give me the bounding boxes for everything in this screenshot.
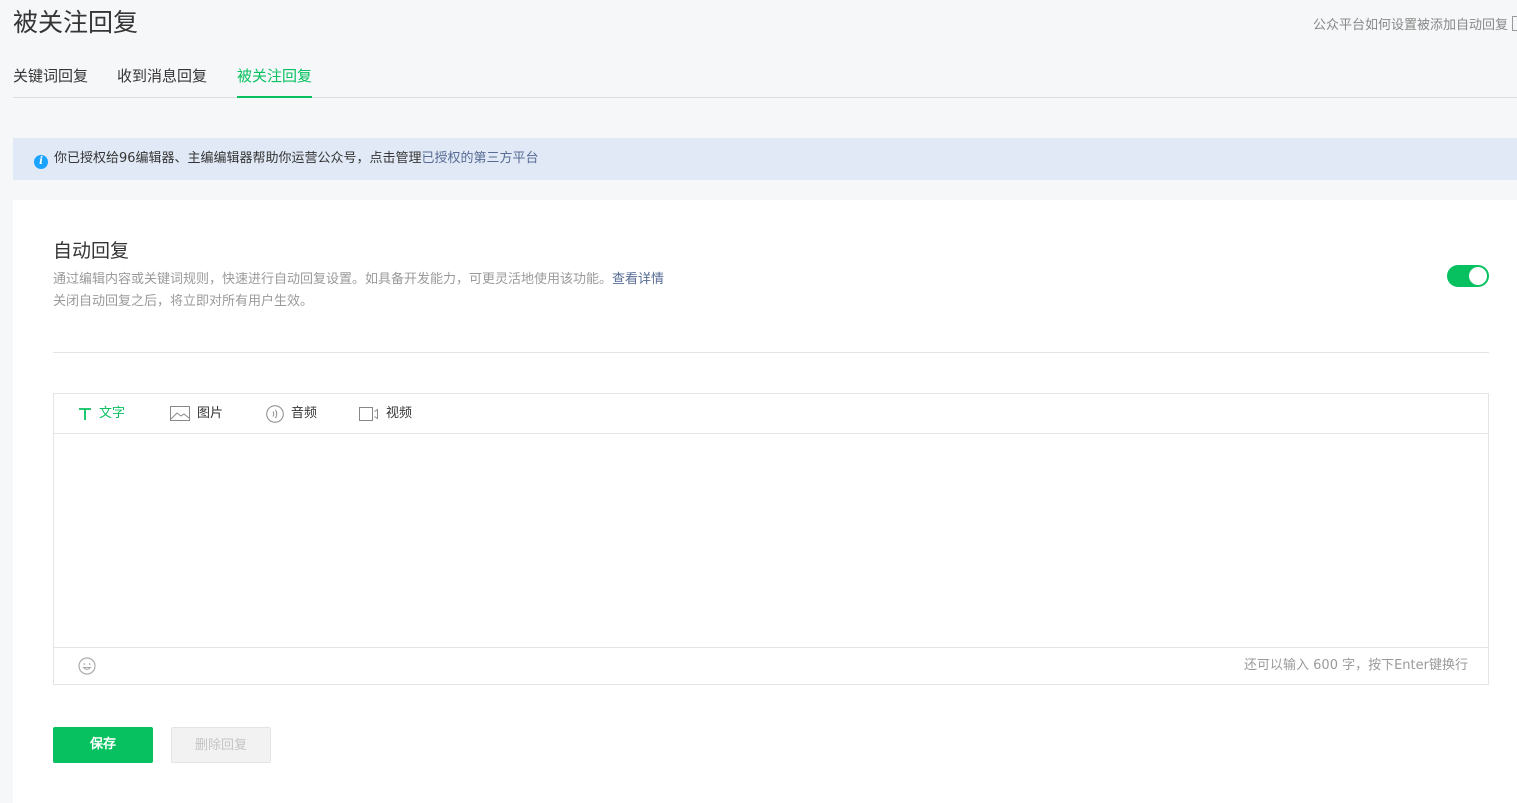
toggle-knob — [1469, 267, 1487, 285]
delete-reply-button[interactable]: 删除回复 — [171, 727, 271, 763]
reply-editor: 文字 图片 音频 视频 还可以输入 600 字，按下Enter键换行 — [53, 393, 1489, 685]
tab-follow-reply[interactable]: 被关注回复 — [237, 62, 313, 98]
section-description: 通过编辑内容或关键词规则，快速进行自动回复设置。如具备开发能力，可更灵活地使用该… — [53, 269, 664, 313]
section-title: 自动回复 — [53, 240, 130, 262]
info-icon: i — [34, 155, 48, 169]
editor-tabs: 文字 图片 音频 视频 — [54, 394, 1488, 434]
desc-line-1: 通过编辑内容或关键词规则，快速进行自动回复设置。如具备开发能力，可更灵活地使用该… — [53, 272, 613, 287]
image-icon — [170, 406, 190, 421]
auto-reply-toggle[interactable] — [1447, 265, 1489, 287]
help-link[interactable]: 公众平台如何设置被添加自动回复 — [1313, 14, 1517, 33]
video-icon — [359, 406, 378, 421]
editor-tab-audio-label: 音频 — [291, 406, 318, 421]
editor-tab-video[interactable]: 视频 — [359, 394, 412, 433]
notice-text: 你已授权给96编辑器、主编编辑器帮助你运营公众号，点击管理 — [54, 151, 422, 166]
editor-tab-video-label: 视频 — [386, 406, 413, 421]
editor-tab-audio[interactable]: 音频 — [266, 394, 317, 433]
reply-text-input[interactable] — [54, 434, 1488, 649]
divider — [53, 352, 1489, 353]
desc-line-2: 关闭自动回复之后，将立即对所有用户生效。 — [53, 294, 314, 309]
tab-message-reply[interactable]: 收到消息回复 — [117, 62, 207, 90]
bracket-icon — [1512, 16, 1517, 31]
editor-tab-image[interactable]: 图片 — [170, 394, 223, 433]
editor-tab-image-label: 图片 — [197, 406, 224, 421]
text-icon — [79, 407, 91, 420]
notice-bar: i 你已授权给96编辑器、主编编辑器帮助你运营公众号，点击管理已授权的第三方平台 — [13, 138, 1517, 180]
save-button[interactable]: 保存 — [53, 727, 153, 763]
emoji-icon[interactable] — [78, 657, 96, 675]
help-link-label: 公众平台如何设置被添加自动回复 — [1312, 18, 1508, 33]
third-party-link[interactable]: 已授权的第三方平台 — [422, 151, 539, 166]
view-details-link[interactable]: 查看详情 — [612, 272, 664, 287]
editor-tab-text[interactable]: 文字 — [78, 394, 125, 433]
tab-keyword-reply[interactable]: 关键词回复 — [13, 62, 88, 90]
settings-card: 自动回复 通过编辑内容或关键词规则，快速进行自动回复设置。如具备开发能力，可更灵… — [13, 200, 1517, 803]
editor-footer: 还可以输入 600 字，按下Enter键换行 — [54, 647, 1488, 684]
audio-icon — [266, 404, 284, 423]
editor-tab-text-label: 文字 — [99, 406, 126, 421]
char-counter: 还可以输入 600 字，按下Enter键换行 — [1244, 658, 1468, 673]
tab-bar: 关键词回复 收到消息回复 被关注回复 — [13, 62, 1517, 98]
page-title: 被关注回复 — [13, 8, 139, 37]
